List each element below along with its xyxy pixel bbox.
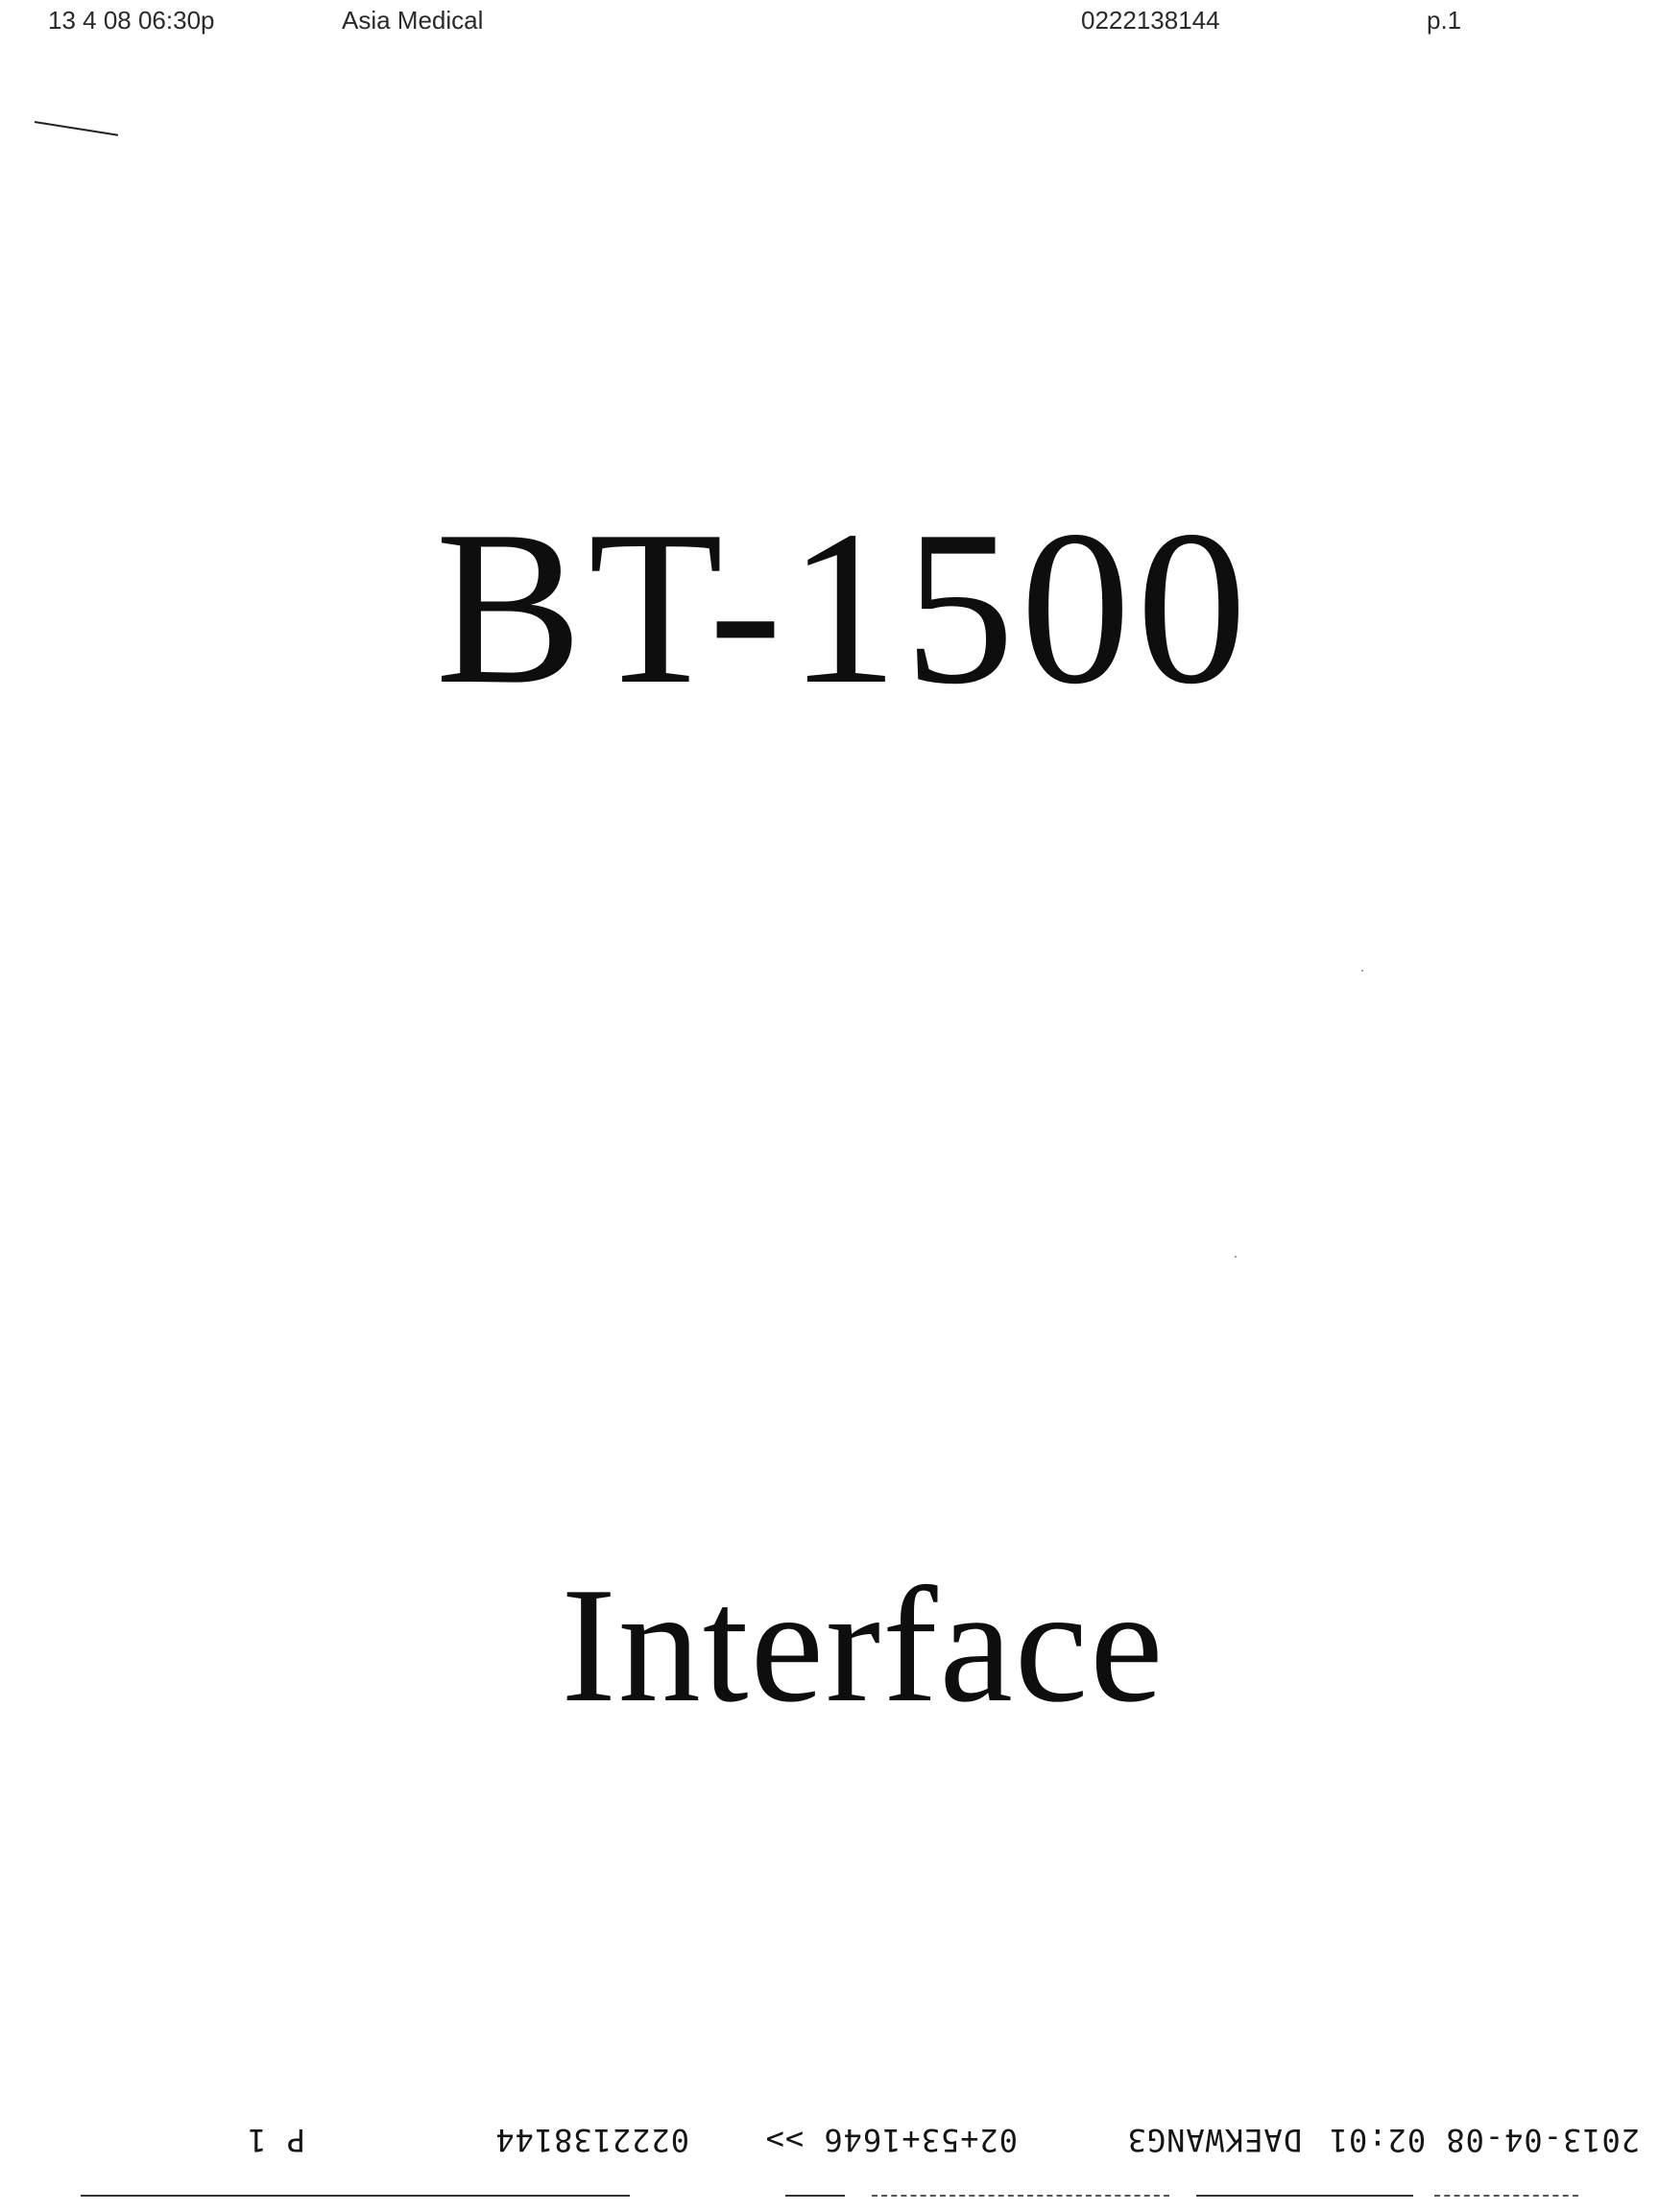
scan-artifact-stroke [34, 121, 119, 136]
footer-rule [872, 2195, 1169, 2197]
footer-rule [785, 2195, 845, 2197]
document-title: BT-1500 [435, 485, 1253, 730]
fax-footer-timestamp: 2013-04-08 02:01 [1328, 2122, 1640, 2158]
fax-header-datetime: 13 4 08 06:30p [48, 6, 215, 35]
fax-header-sender: Asia Medical [342, 6, 484, 35]
footer-rule [81, 2195, 630, 2197]
scan-speck [1235, 1256, 1237, 1258]
document-subtitle: Interface [561, 1554, 1166, 1737]
fax-footer-number: 0222138144 [494, 2122, 689, 2158]
fax-header-number: 0222138144 [1081, 6, 1220, 35]
fax-footer: 2013-04-08 02:01 DAEKWANG3 02+53+1646 >>… [0, 2108, 1659, 2166]
fax-header-page: p.1 [1427, 6, 1462, 35]
fax-footer-routing: 02+53+1646 >> [764, 2122, 1018, 2158]
footer-rule [1196, 2195, 1413, 2197]
footer-rule [1434, 2195, 1578, 2197]
fax-footer-inverted: 2013-04-08 02:01 DAEKWANG3 02+53+1646 >>… [0, 2108, 1659, 2166]
fax-footer-station: DAEKWANG3 [1126, 2122, 1302, 2158]
scan-speck [1361, 970, 1363, 972]
fax-footer-page: P 1 [247, 2122, 305, 2158]
